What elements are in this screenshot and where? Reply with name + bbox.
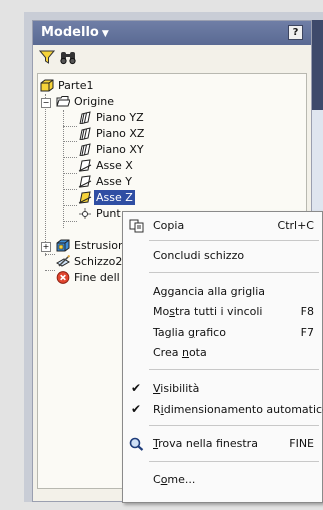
- end-of-part-icon: [56, 271, 70, 284]
- tree-node-label: Origine: [74, 95, 115, 108]
- panel-titlebar[interactable]: Modello ▼ ?: [33, 21, 311, 45]
- menu-item-show-all-constraints[interactable]: Mostra tutti i vincoli F8: [123, 302, 322, 322]
- menu-item-label: Ridimensionamento automatico: [153, 403, 323, 416]
- menu-separator: [149, 272, 319, 273]
- help-button[interactable]: ?: [288, 25, 303, 40]
- work-axis-icon: [78, 191, 92, 204]
- menu-item-create-note[interactable]: Crea nota: [123, 343, 322, 363]
- binoculars-icon[interactable]: [59, 49, 77, 65]
- menu-separator: [149, 240, 319, 241]
- tree-node-label: Asse Y: [96, 175, 132, 188]
- checkmark-icon: ✔: [131, 402, 142, 416]
- menu-item-shortcut: F8: [300, 305, 314, 318]
- expand-toggle-extrusion[interactable]: +: [41, 242, 51, 252]
- work-axis-icon: [78, 159, 92, 172]
- menu-item-label: Taglia grafico: [153, 326, 226, 339]
- panel-title-dropdown[interactable]: Modello ▼: [41, 25, 109, 40]
- menu-item-label: Concludi schizzo: [153, 249, 245, 262]
- work-plane-icon: [79, 127, 91, 140]
- extrusion-icon: [56, 239, 70, 252]
- browser-toolbar: [33, 45, 311, 71]
- sketch-icon: [56, 255, 70, 267]
- graphics-window-edge: [311, 20, 323, 110]
- tree-node-label: Piano YZ: [96, 111, 144, 124]
- work-point-icon: [79, 208, 91, 219]
- copy-icon: [129, 219, 144, 233]
- menu-item-auto-resize[interactable]: ✔ Ridimensionamento automatico: [123, 400, 323, 420]
- menu-item-slice-graphics[interactable]: Taglia grafico F7: [123, 323, 322, 343]
- menu-separator: [149, 369, 319, 370]
- filter-icon[interactable]: [39, 49, 55, 65]
- menu-separator: [149, 461, 319, 462]
- tree-node-label: Parte1: [58, 79, 94, 92]
- menu-item-shortcut: FINE: [289, 437, 314, 450]
- menu-item-visibility[interactable]: ✔ Visibilità: [123, 379, 322, 399]
- menu-item-copy[interactable]: Copia Ctrl+C: [123, 216, 322, 236]
- menu-item-snap-to-grid[interactable]: Aggancia alla griglia: [123, 282, 322, 302]
- tree-node-label: Piano XZ: [96, 127, 145, 140]
- magnifier-icon: [129, 437, 144, 451]
- tree-node-label: Estrusion: [74, 239, 125, 252]
- menu-item-how-to[interactable]: Come...: [123, 470, 322, 490]
- menu-item-label: Aggancia alla griglia: [153, 285, 266, 298]
- menu-item-find-in-window[interactable]: Trova nella finestra FINE: [123, 434, 322, 454]
- menu-item-label: Crea nota: [153, 346, 207, 359]
- menu-item-label: Copia: [153, 219, 185, 232]
- work-plane-icon: [79, 143, 91, 156]
- tree-node-label: Asse Z: [94, 190, 135, 205]
- checkmark-icon: ✔: [131, 381, 142, 395]
- panel-title: Modello: [41, 25, 99, 40]
- menu-item-label: Mostra tutti i vincoli: [153, 305, 263, 318]
- part-icon: [40, 79, 54, 92]
- menu-item-finish-sketch[interactable]: Concludi schizzo: [123, 246, 322, 266]
- menu-item-label: Trova nella finestra: [153, 437, 258, 450]
- tree-node-label: Asse X: [96, 159, 133, 172]
- tree-node-label: Punt: [96, 207, 121, 220]
- menu-item-label: Come...: [153, 473, 196, 486]
- folder-icon: [56, 96, 70, 107]
- work-plane-icon: [79, 111, 91, 124]
- menu-item-shortcut: F7: [300, 326, 314, 339]
- work-axis-icon: [78, 175, 92, 188]
- tree-node-label: Fine dell: [74, 271, 120, 284]
- tree-node-label: Piano XY: [96, 143, 144, 156]
- context-menu: Copia Ctrl+C Concludi schizzo Aggancia a…: [122, 211, 323, 503]
- tree-node-label: Schizzo2: [74, 255, 123, 268]
- caret-down-icon: ▼: [101, 29, 109, 39]
- menu-separator: [149, 425, 319, 426]
- menu-item-shortcut: Ctrl+C: [277, 219, 314, 232]
- menu-item-label: Visibilità: [153, 382, 200, 395]
- collapse-toggle-origin[interactable]: −: [41, 98, 51, 108]
